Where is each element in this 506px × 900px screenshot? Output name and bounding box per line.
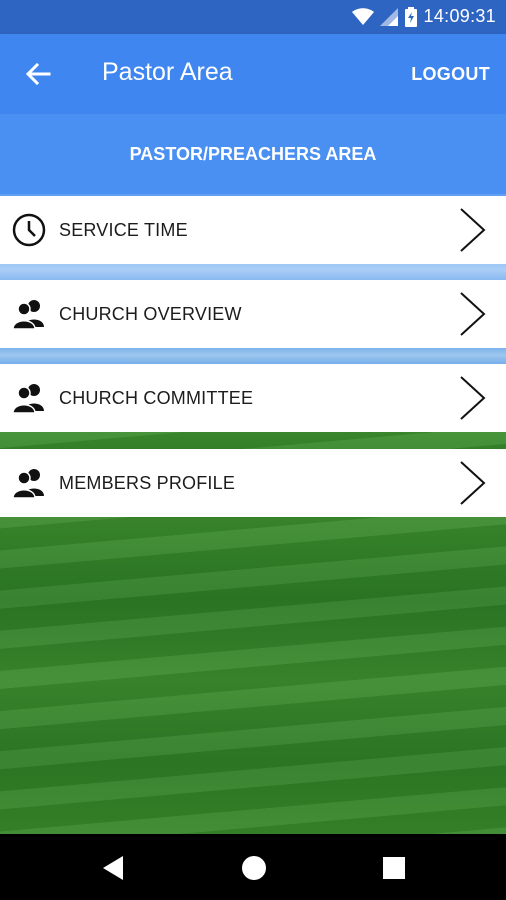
recents-square-icon (383, 857, 405, 879)
page-title: Pastor Area (102, 58, 233, 86)
back-button[interactable] (18, 56, 58, 92)
chevron-right-icon (460, 461, 486, 505)
logout-button[interactable]: LOGOUT (411, 64, 490, 85)
status-time: 14:09:31 (423, 6, 496, 26)
menu-item-label: CHURCH COMMITTEE (59, 388, 254, 408)
menu-item-members-profile[interactable]: MEMBERS PROFILE (0, 449, 506, 517)
menu-item-label: SERVICE TIME (59, 220, 188, 240)
chevron-right-icon (460, 292, 486, 336)
battery-charging-icon (404, 6, 417, 27)
menu-item-label: MEMBERS PROFILE (59, 473, 236, 493)
signal-icon (379, 7, 398, 26)
app-bar: Pastor Area LOGOUT (0, 34, 506, 114)
system-nav-bar (0, 834, 506, 900)
chevron-right-icon (460, 208, 486, 252)
nav-home-button[interactable] (240, 854, 268, 882)
arrow-back-icon (25, 62, 51, 86)
people-icon (12, 384, 44, 414)
back-triangle-icon (103, 856, 123, 880)
menu-item-label: CHURCH OVERVIEW (59, 304, 242, 324)
nav-recents-button[interactable] (380, 854, 408, 882)
clock-icon (12, 213, 46, 247)
people-icon (12, 300, 44, 330)
chevron-right-icon (460, 376, 486, 420)
nav-back-button[interactable] (99, 854, 127, 882)
section-title: PASTOR/PREACHERS AREA (0, 114, 506, 194)
home-circle-icon (242, 856, 266, 880)
people-icon (12, 469, 44, 499)
menu-item-church-overview[interactable]: CHURCH OVERVIEW (0, 280, 506, 348)
status-bar: 14:09:31 (0, 0, 506, 34)
menu-item-church-committee[interactable]: CHURCH COMMITTEE (0, 364, 506, 432)
wifi-icon (351, 7, 374, 25)
menu-item-service-time[interactable]: SERVICE TIME (0, 196, 506, 264)
